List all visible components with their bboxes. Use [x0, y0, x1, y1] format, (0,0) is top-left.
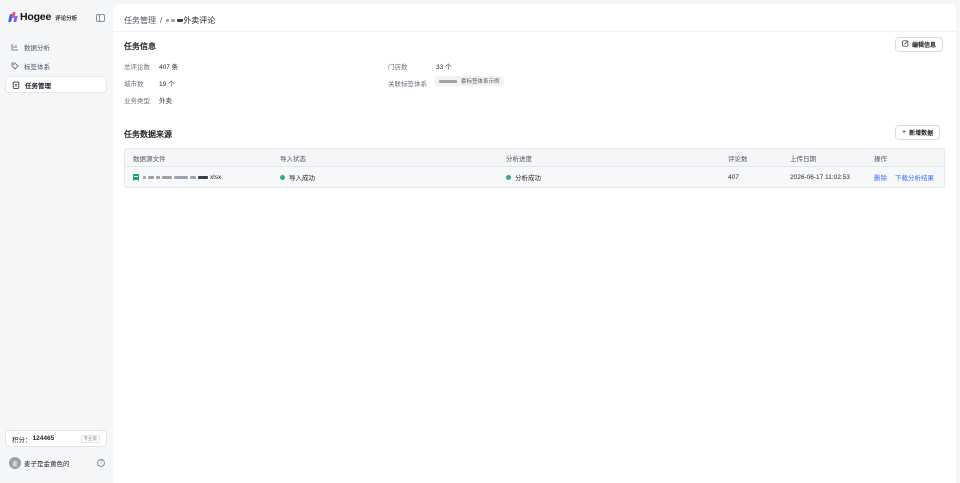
column-header-import-status: 导入状态 [280, 155, 306, 163]
total-reviews-value: 407 条 [159, 64, 179, 71]
breadcrumb-current: 外卖评论 [166, 15, 215, 26]
redacted-text [190, 175, 196, 179]
chart-icon [11, 43, 19, 51]
edit-info-button[interactable]: 编辑信息 [895, 37, 944, 52]
tag-icon [11, 62, 19, 70]
file-suffix: xlsx [210, 173, 222, 181]
import-status-text: 导入成功 [289, 175, 315, 182]
excel-file-icon [133, 173, 139, 181]
logo-icon [8, 12, 18, 22]
avatar: 麦 [9, 457, 21, 469]
delete-link[interactable]: 删除 [874, 172, 887, 182]
plan-badge: 专业版 [80, 434, 100, 443]
breadcrumb-current-label: 外卖评论 [183, 16, 216, 25]
sidebar-item-tag-system[interactable]: 标签体系 [5, 57, 107, 74]
edit-info-label: 编辑信息 [912, 43, 937, 49]
data-source-table: 数据源文件 导入状态 分析进度 评论数 上传日期 操作 xlsx 导入成功 分析… [124, 148, 945, 188]
column-header-actions: 操作 [874, 155, 887, 163]
main-panel: 任务管理 / 外卖评论 任务信息 编辑信息 总评论数 407 条 门店数 33 … [113, 4, 956, 483]
header-divider [113, 31, 956, 32]
section-title-data-sources: 任务数据来源 [124, 130, 172, 139]
points-label: 积分： [12, 436, 32, 444]
breadcrumb-separator: / [160, 16, 163, 25]
tag-system-label: 关联标签体系 [388, 81, 427, 88]
redacted-text [171, 19, 176, 22]
brand-name: Hogee [20, 11, 52, 23]
user-name: 麦子是金黄色的 [24, 461, 70, 468]
section-title-task-info: 任务信息 [124, 42, 156, 51]
tag-system-value: 套标签体系示例 [461, 79, 500, 85]
analysis-status-text: 分析成功 [515, 175, 541, 182]
help-icon[interactable]: ? [97, 459, 105, 467]
table-row: xlsx 导入成功 分析成功 407 2026-06-17 11:02:53 删… [125, 167, 944, 187]
redacted-text [439, 79, 457, 83]
column-header-review-count: 评论数 [728, 155, 748, 163]
analysis-status-cell: 分析成功 [506, 167, 541, 187]
sidebar-collapse-icon[interactable] [96, 14, 105, 22]
edit-icon [902, 40, 909, 49]
points-card[interactable]: 积分： 124465 专业版 [5, 430, 107, 447]
success-status-icon [280, 174, 285, 180]
breadcrumb-parent[interactable]: 任务管理 [124, 15, 156, 26]
sidebar: Hogee 评论分析 数据分析 标签体系 任务管理 积分： 124465 专业版 [0, 0, 113, 483]
sidebar-item-label: 数据分析 [24, 44, 50, 52]
redacted-text [166, 19, 170, 22]
column-header-upload-date: 上传日期 [790, 155, 816, 163]
upload-date-cell: 2026-06-17 11:02:53 [790, 173, 850, 181]
breadcrumb: 任务管理 / 外卖评论 [124, 15, 215, 26]
redacted-text [143, 175, 146, 179]
clipboard-icon [12, 81, 20, 89]
import-status-cell: 导入成功 [280, 167, 315, 187]
column-header-analysis-progress: 分析进度 [506, 155, 532, 163]
add-data-label: 新增数据 [909, 131, 934, 137]
plus-icon: + [902, 129, 907, 136]
sidebar-item-task-management[interactable]: 任务管理 [5, 76, 107, 93]
business-type-value: 外卖 [159, 98, 172, 105]
redacted-text [148, 175, 154, 179]
file-cell[interactable]: xlsx [133, 167, 221, 187]
store-count-value: 33 个 [436, 64, 452, 71]
table-header: 数据源文件 导入状态 分析进度 评论数 上传日期 操作 [125, 149, 944, 167]
redacted-text [174, 175, 188, 179]
sidebar-item-label: 任务管理 [25, 82, 51, 90]
sidebar-item-label: 标签体系 [24, 63, 50, 71]
review-count-cell: 407 [728, 173, 739, 181]
city-count-label: 城市数 [124, 81, 144, 88]
download-results-link[interactable]: 下载分析结果 [895, 172, 934, 182]
user-profile[interactable]: 麦 麦子是金黄色的 ? [9, 457, 105, 469]
business-type-label: 业务类型 [124, 98, 150, 105]
total-reviews-label: 总评论数 [124, 64, 150, 71]
column-header-file: 数据源文件 [133, 155, 166, 163]
add-data-button[interactable]: + 新增数据 [895, 125, 941, 140]
sidebar-item-data-analysis[interactable]: 数据分析 [5, 38, 107, 55]
redacted-text [156, 175, 160, 179]
brand-logo[interactable]: Hogee 评论分析 [8, 11, 78, 23]
actions-cell: 删除 下载分析结果 [874, 167, 942, 187]
store-count-label: 门店数 [388, 64, 408, 71]
points-value: 124465 [32, 435, 55, 442]
success-status-icon [506, 174, 511, 180]
sidebar-nav: 数据分析 标签体系 任务管理 [5, 38, 107, 95]
redacted-text [162, 175, 172, 179]
tag-system-pill[interactable]: 套标签体系示例 [435, 76, 504, 86]
city-count-value: 19 个 [159, 81, 175, 88]
brand-subtitle: 评论分析 [55, 15, 78, 22]
redacted-text [198, 175, 208, 179]
